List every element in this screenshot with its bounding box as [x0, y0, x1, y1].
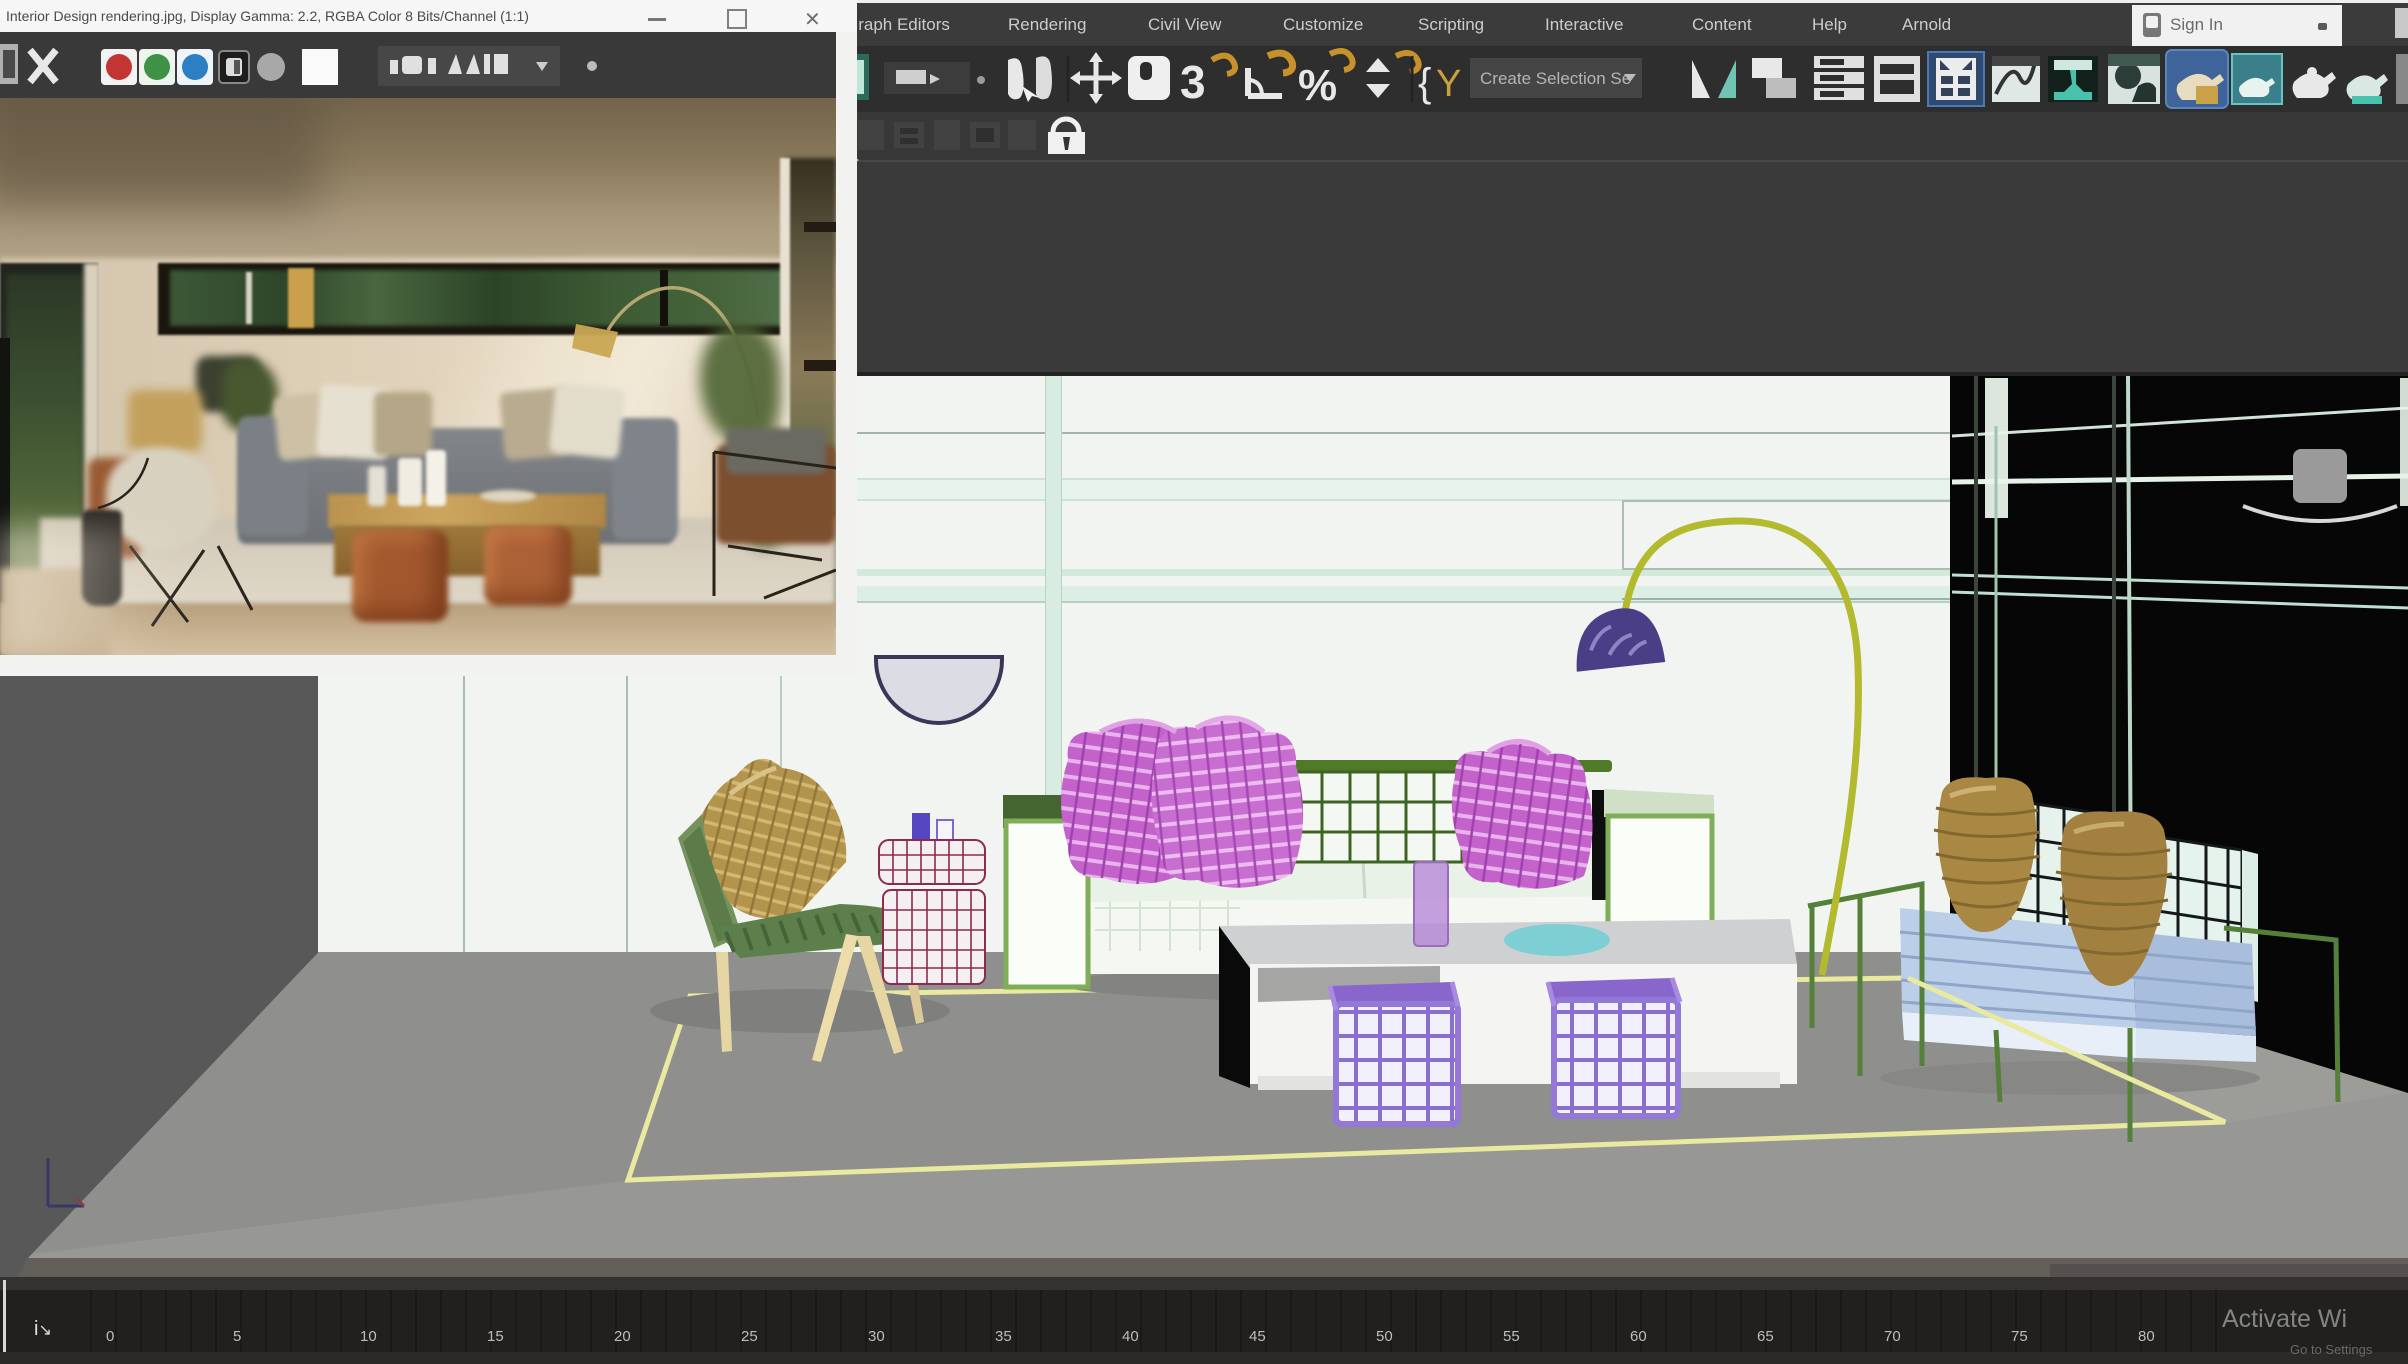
svg-text:Y: Y	[1436, 63, 1461, 105]
svg-text:{: {	[1418, 61, 1431, 105]
svg-text:3: 3	[1180, 56, 1206, 108]
svg-text:%: %	[1298, 61, 1337, 110]
svg-text:Create Selection Se: Create Selection Se	[1480, 69, 1631, 88]
